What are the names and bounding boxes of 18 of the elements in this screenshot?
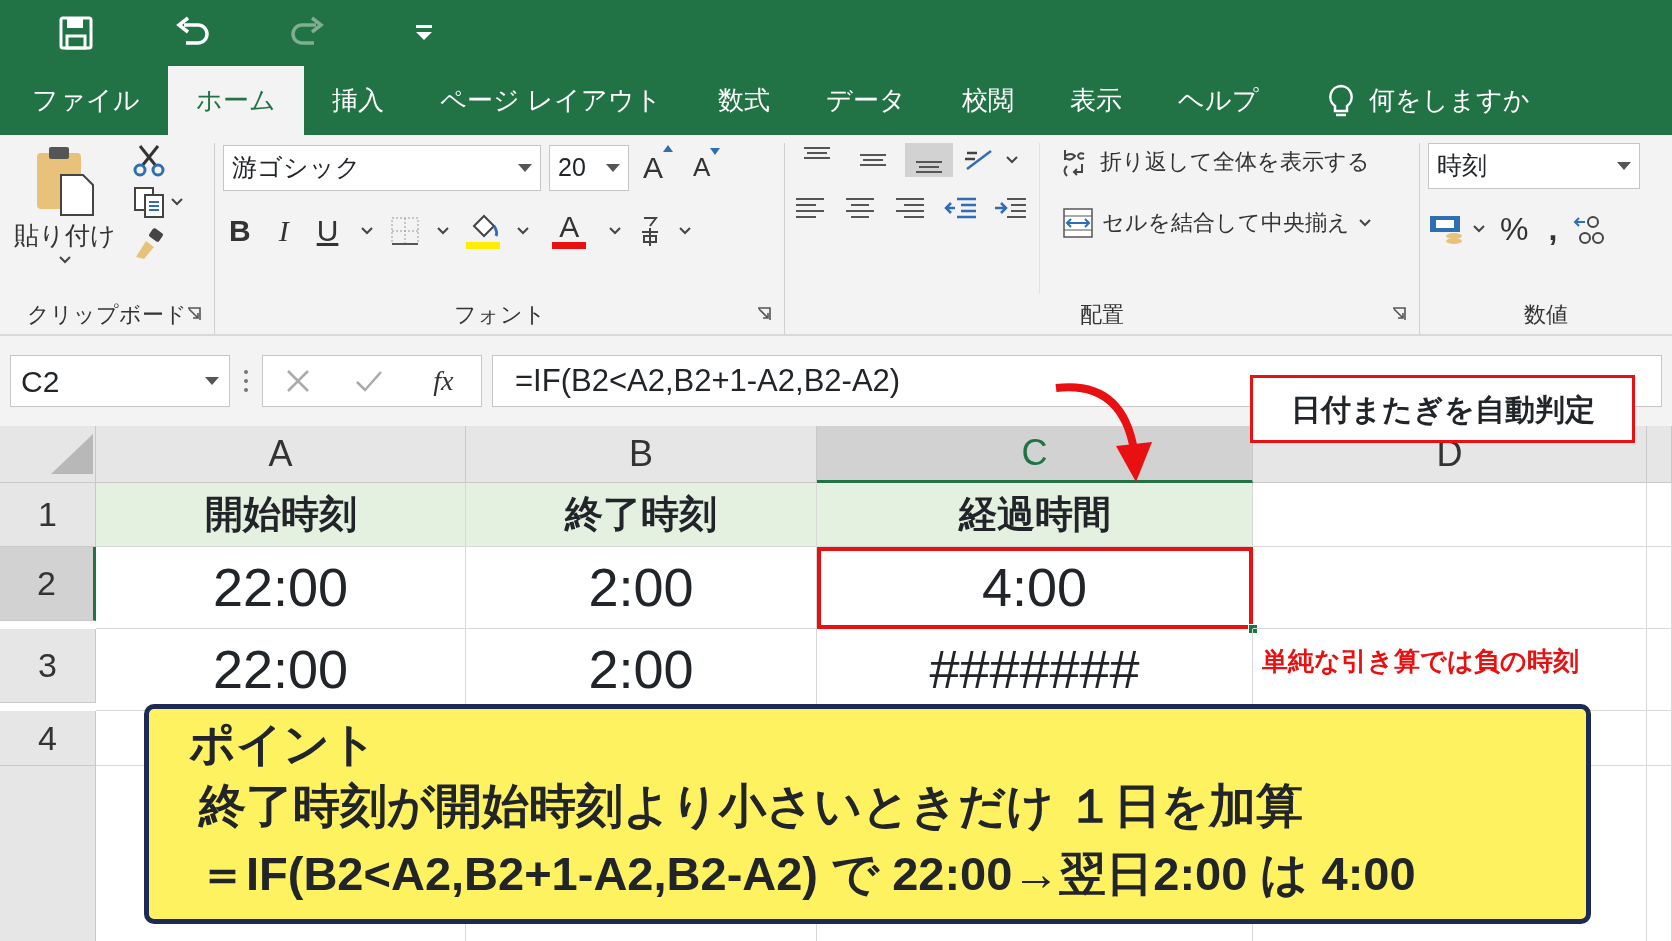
table-cell-text: 4:00: [981, 556, 1088, 619]
table-cell-text: 22:00: [212, 556, 349, 619]
group-label: 数値: [1524, 300, 1568, 329]
callout-tooltip: 日付またぎを自動判定: [1250, 375, 1635, 443]
table-cell-text: 2:00: [588, 638, 694, 701]
point-text: ＝IF(B2<A2,B2+1-A2,B2-A2) で 22:00→翌日2:00 は 4:00: [198, 846, 1416, 903]
note-text: 単純な引き算では負の時刻: [1262, 645, 1579, 678]
table-cell-text: 22:00: [212, 638, 349, 701]
table-cell-text: 開始時刻: [204, 492, 357, 537]
table-cell-text: 2:00: [588, 556, 694, 619]
table-cell-text: #######: [929, 638, 1140, 701]
point-text: 終了時刻が開始時刻より小さいときだけ １日を加算: [197, 778, 1304, 835]
table-cell-text: 経過時間: [958, 492, 1111, 537]
point-title: ポイント: [189, 717, 377, 772]
group-label: クリップボード: [27, 300, 187, 329]
group-label: フォント: [453, 300, 546, 329]
group-label: 配置: [1080, 300, 1124, 329]
table-cell-text: 終了時刻: [565, 492, 717, 537]
